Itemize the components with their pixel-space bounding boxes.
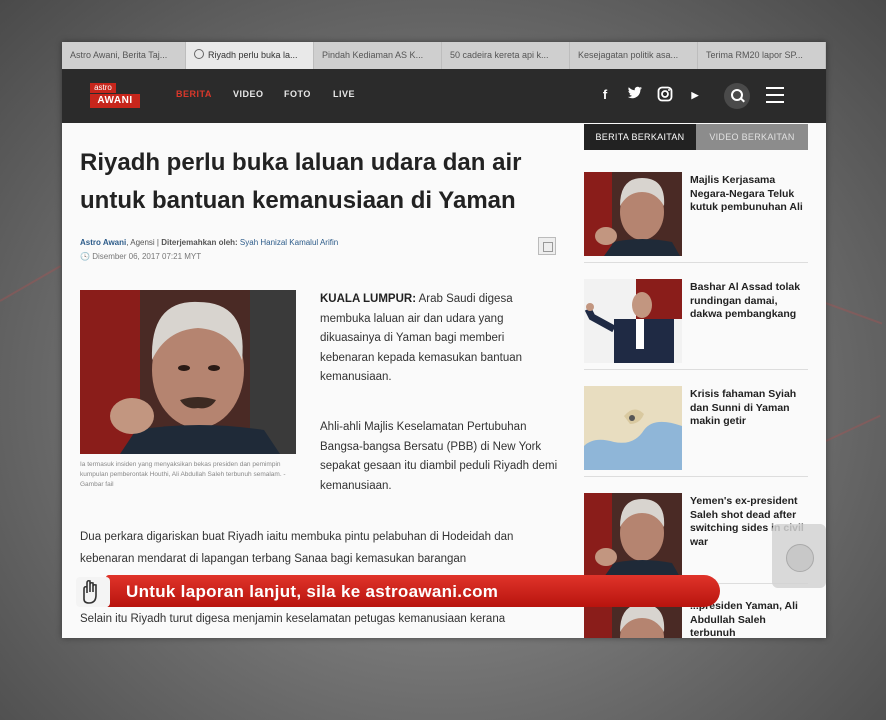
article-date: 🕓 Disember 06, 2017 07:21 MYT	[80, 252, 202, 261]
youtube-icon[interactable]: ▶	[686, 86, 704, 104]
share-icon[interactable]	[538, 237, 556, 255]
tab-label: Terima RM20 lapor SP...	[706, 50, 803, 60]
sidebar-tabs: BERITA BERKAITAN VIDEO BERKAITAN	[584, 124, 808, 150]
tab-label: 50 cadeira kereta api k...	[450, 50, 549, 60]
browser-tab[interactable]: Pindah Kediaman AS K...	[314, 42, 442, 69]
browser-tab-active[interactable]: Riyadh perlu buka la...	[186, 42, 314, 69]
news-ticker: Untuk laporan lanjut, sila ke astroawani…	[76, 575, 722, 611]
nav-live[interactable]: LIVE	[333, 89, 355, 99]
circle-icon	[786, 544, 814, 572]
divider	[584, 476, 808, 477]
astro-awani-logo[interactable]: astro AWANI	[90, 83, 144, 109]
divider	[584, 262, 808, 263]
related-title: Krisis fahaman Syiah dan Sunni di Yaman …	[690, 388, 797, 427]
related-article[interactable]: Majlis Kerjasama Negara-Negara Teluk kut…	[584, 172, 808, 263]
translated-label: Diterjemahkan oleh:	[161, 238, 240, 247]
hamburger-menu-icon[interactable]	[766, 87, 784, 103]
facebook-icon[interactable]: f	[596, 86, 614, 104]
author-link[interactable]: Astro Awani	[80, 238, 126, 247]
browser-tab[interactable]: Astro Awani, Berita Taj...	[62, 42, 186, 69]
logo-text-top: astro	[90, 83, 116, 93]
site-header: astro AWANI BERITA VIDEO FOTO LIVE f ▶	[62, 69, 826, 123]
tab-label: Riyadh perlu buka la...	[208, 50, 298, 60]
tab-label: Astro Awani, Berita Taj...	[70, 50, 168, 60]
background-streak	[819, 300, 883, 325]
article-lead-paragraph: KUALA LUMPUR: Arab Saudi digesa membuka …	[320, 290, 560, 388]
tab-label: Kesejagatan politik asa...	[578, 50, 679, 60]
background-streak	[825, 414, 881, 442]
search-icon-handle	[740, 97, 745, 103]
browser-tab[interactable]: Kesejagatan politik asa...	[570, 42, 698, 69]
nav-foto[interactable]: FOTO	[284, 89, 311, 99]
page-icon	[194, 49, 204, 59]
background-streak	[0, 265, 62, 302]
browser-tab[interactable]: Terima RM20 lapor SP...	[698, 42, 826, 69]
browser-window: Astro Awani, Berita Taj... Riyadh perlu …	[62, 42, 826, 638]
divider	[584, 369, 808, 370]
related-thumbnail	[584, 279, 682, 363]
related-title: Majlis Kerjasama Negara-Negara Teluk kut…	[690, 174, 803, 213]
floating-action-button[interactable]	[772, 524, 826, 588]
article-byline: Astro Awani, Agensi | Diterjemahkan oleh…	[80, 238, 338, 247]
article-paragraph: Dua perkara digariskan buat Riyadh iaitu…	[80, 531, 514, 565]
tab-video-berkaitan[interactable]: VIDEO BERKAITAN	[696, 124, 808, 150]
article-paragraph: Ahli-ahli Majlis Keselamatan Pertubuhan …	[320, 421, 558, 492]
twitter-icon[interactable]	[626, 86, 644, 104]
photo-caption: Ia termasuk insiden yang menyaksikan bek…	[80, 461, 286, 488]
related-map-thumbnail	[584, 386, 682, 470]
related-article[interactable]: Bashar Al Assad tolak rundingan damai, d…	[584, 279, 808, 370]
related-article[interactable]: Krisis fahaman Syiah dan Sunni di Yaman …	[584, 386, 808, 477]
pointing-hand-icon	[76, 577, 110, 607]
article-photo	[80, 290, 296, 454]
article-headline: Riyadh perlu buka laluan udara dan air u…	[80, 149, 522, 214]
related-thumbnail	[584, 172, 682, 256]
translator-link[interactable]: Syah Hanizal Kamalul Arifin	[240, 238, 338, 247]
tab-berita-berkaitan[interactable]: BERITA BERKAITAN	[584, 124, 696, 150]
nav-video[interactable]: VIDEO	[233, 89, 264, 99]
ticker-text: Untuk laporan lanjut, sila ke astroawani…	[126, 582, 499, 601]
browser-tab[interactable]: 50 cadeira kereta api k...	[442, 42, 570, 69]
article-paragraph: Selain itu Riyadh turut digesa menjamin …	[80, 613, 506, 625]
instagram-icon[interactable]	[656, 86, 674, 104]
lead-location: KUALA LUMPUR:	[320, 293, 417, 305]
related-thumbnail	[584, 493, 682, 577]
nav-berita[interactable]: BERITA	[176, 89, 212, 99]
logo-text-bottom: AWANI	[90, 94, 140, 108]
lead-text: Arab Saudi digesa membuka laluan air dan…	[320, 293, 523, 383]
tab-label: Pindah Kediaman AS K...	[322, 50, 424, 60]
related-title: Bashar Al Assad tolak rundingan damai, d…	[690, 281, 801, 320]
browser-tab-bar: Astro Awani, Berita Taj... Riyadh perlu …	[62, 42, 826, 69]
agency-label: , Agensi |	[126, 238, 162, 247]
date-text: Disember 06, 2017 07:21 MYT	[92, 252, 202, 261]
search-button[interactable]	[724, 83, 750, 109]
